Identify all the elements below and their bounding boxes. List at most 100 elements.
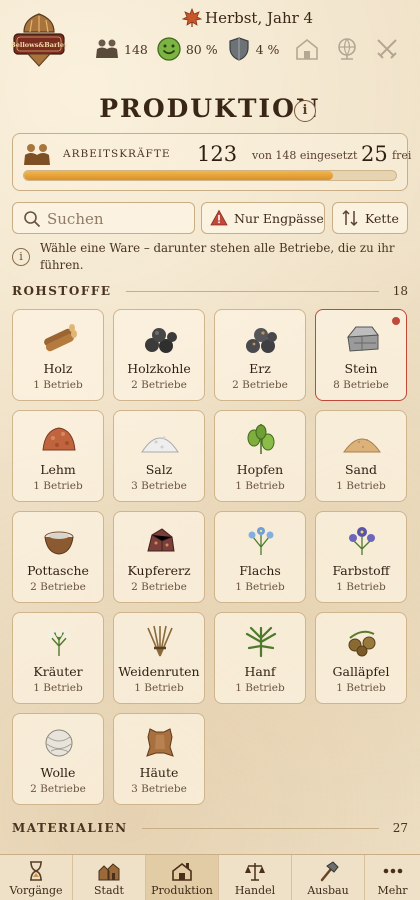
selected-indicator-dot [392,317,400,325]
goods-card[interactable]: Holzkohle 2 Betriebe [113,309,205,401]
hops-icon [247,424,275,454]
goods-card[interactable]: Häute 3 Betriebe [113,713,205,805]
workers-icon [24,144,50,165]
bottom-navigation: Vorgänge Stadt Produktion Handel Ausbau Mehr [0,854,420,900]
info-button[interactable]: i [294,100,316,122]
chain-sort-label: Kette [365,210,399,226]
dye-flower-icon [349,527,375,555]
goods-producer-count: 2 Betriebe [30,783,86,795]
salt-icon [141,436,179,453]
goods-card[interactable]: Salz 3 Betriebe [113,410,205,502]
goods-card[interactable]: Sand 1 Betrieb [315,410,407,502]
goods-name: Farbstoff [332,563,390,578]
goods-producer-count: 8 Betriebe [333,379,389,391]
goods-producer-count: 2 Betriebe [131,581,187,593]
goods-name: Flachs [239,563,281,578]
population-icon [96,39,118,58]
workforce-free-label: frei [392,149,412,162]
nav-item-produktion[interactable]: Produktion [146,855,219,900]
workforce-of-text: von 148 eingesetzt [252,149,358,162]
workforce-free: 25 [361,142,388,166]
goods-producer-count: 1 Betrieb [33,480,83,492]
goods-card[interactable]: Flachs 1 Betrieb [214,511,306,603]
goods-producer-count: 2 Betriebe [30,581,86,593]
flax-icon [248,527,274,555]
goods-name: Kupfererz [127,563,191,578]
goods-name: Hopfen [236,462,284,477]
hint-info-icon: i [12,248,30,266]
goods-name: Lehm [40,462,76,477]
goods-name: Galläpfel [332,664,390,679]
search-input[interactable] [47,207,187,231]
goods-name: Wolle [40,765,76,780]
crossed-swords-icon[interactable] [374,36,400,62]
defense-value: 4 % [255,41,280,57]
nav-item-stadt[interactable]: Stadt [73,855,146,900]
workforce-card: ARBEITSKRÄFTE 123 von 148 eingesetzt 25 … [12,133,412,191]
goods-name: Holzkohle [127,361,191,376]
section-divider [125,290,379,292]
workforce-label: ARBEITSKRÄFTE [63,148,171,160]
goods-name: Stein [344,361,378,376]
more-dots-icon [383,868,402,874]
goods-card[interactable]: Wolle 2 Betriebe [12,713,104,805]
goods-card[interactable]: Holz 1 Betrieb [12,309,104,401]
goods-name: Pottasche [27,563,89,578]
goods-card[interactable]: Hanf 1 Betrieb [214,612,306,704]
nav-item-handel[interactable]: Handel [219,855,292,900]
game-logo[interactable]: Bellows&Barley [10,12,68,68]
nav-label: Stadt [94,884,124,897]
workforce-progress-bar [23,170,397,181]
workforce-progress-fill [24,171,334,180]
search-box[interactable] [12,202,195,234]
nav-item-vorgnge[interactable]: Vorgänge [0,855,73,900]
top-bar: Bellows&Barley Herbst, Jahr 4 148 80 % 4… [0,0,420,80]
page-title: PRODUKTION [99,94,321,123]
sand-icon [343,438,381,453]
population-stat[interactable]: 148 [94,36,148,62]
goods-producer-count: 1 Betrieb [235,581,285,593]
goods-card[interactable]: Weidenruten 1 Betrieb [113,612,205,704]
sort-icon [342,209,358,227]
bottleneck-filter-button[interactable]: Nur Engpässe [201,202,325,234]
section-count: 27 [392,821,408,835]
goods-name: Sand [344,462,378,477]
production-icon [172,862,192,881]
section-header-rohstoffe: ROHSTOFFE 18 [12,283,408,299]
gall-apples-icon [348,630,376,657]
goods-producer-count: 1 Betrieb [336,581,386,593]
goods-card[interactable]: Stein 8 Betriebe [315,309,407,401]
season-indicator: Herbst, Jahr 4 [182,8,313,28]
chain-sort-button[interactable]: Kette [332,202,408,234]
town-icon [98,863,120,881]
happiness-stat[interactable]: 80 % [156,36,218,62]
section-count: 18 [392,284,408,298]
bottleneck-filter-label: Nur Engpässe [234,210,324,226]
goods-card[interactable]: Kräuter 1 Betrieb [12,612,104,704]
goods-card[interactable]: Galläpfel 1 Betrieb [315,612,407,704]
nav-item-ausbau[interactable]: Ausbau [292,855,365,900]
hint-text: Wähle eine Ware – darunter stehen alle B… [40,241,395,272]
goods-producer-count: 1 Betrieb [33,379,83,391]
goods-card[interactable]: Pottasche 2 Betriebe [12,511,104,603]
nav-label: Ausbau [307,884,349,897]
wool-icon [45,729,73,757]
trade-scale-icon [245,863,265,881]
section-title: ROHSTOFFE [12,284,112,298]
goods-card[interactable]: Lehm 1 Betrieb [12,410,104,502]
happy-face-icon [157,37,181,61]
defense-stat[interactable]: 4 % [226,36,280,62]
goods-name: Erz [249,361,271,376]
nav-item-mehr[interactable]: Mehr [365,855,420,900]
goods-card[interactable]: Erz 2 Betriebe [214,309,306,401]
goods-card[interactable]: Hopfen 1 Betrieb [214,410,306,502]
svg-text:Bellows&Barley: Bellows&Barley [10,41,68,49]
goods-card[interactable]: Farbstoff 1 Betrieb [315,511,407,603]
goods-name: Kräuter [33,664,83,679]
hammer-icon [320,861,339,882]
ore-icon [246,328,277,353]
globe-icon[interactable] [334,36,360,62]
building-icon[interactable] [294,36,320,62]
goods-card[interactable]: Kupfererz 2 Betriebe [113,511,205,603]
goods-name: Häute [139,765,179,780]
